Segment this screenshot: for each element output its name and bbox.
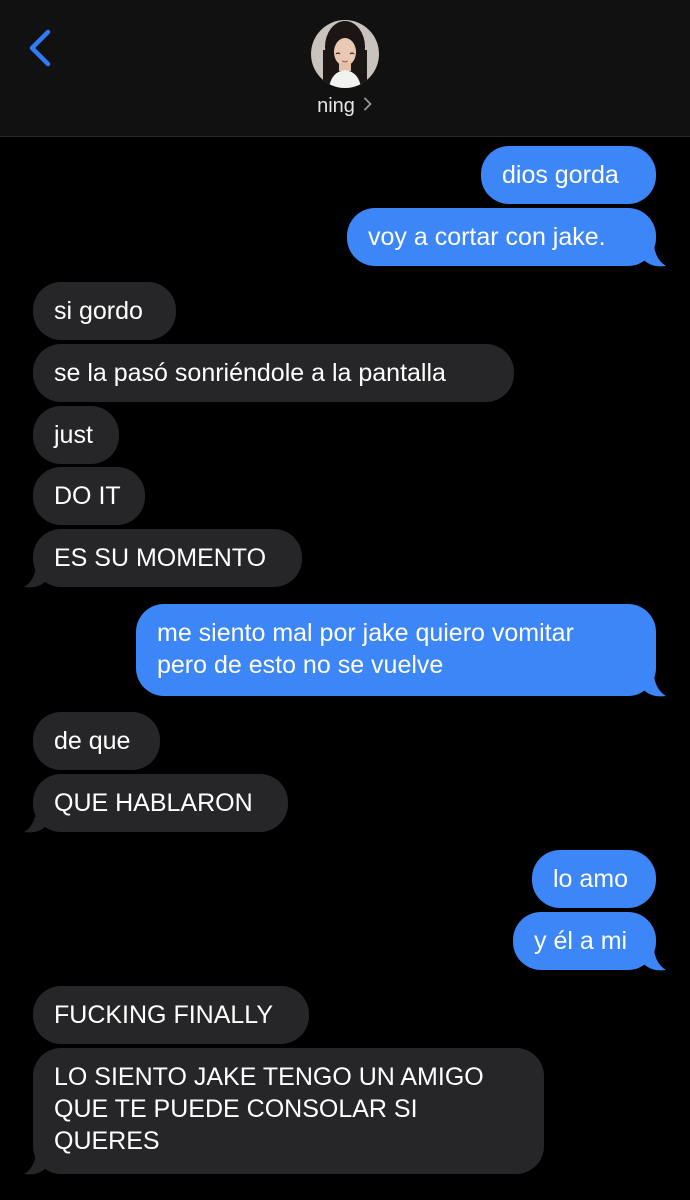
- message-bubble-incoming[interactable]: DO IT: [33, 467, 145, 525]
- message-bubble-outgoing[interactable]: dios gorda: [481, 146, 656, 204]
- message-text: si gordo: [54, 297, 143, 325]
- message-text-line: pero de esto no se vuelve: [157, 651, 444, 679]
- message-thread: dios gorda voy a cortar con jake. si gor…: [0, 137, 690, 1200]
- message-text: de que: [54, 727, 131, 755]
- bubble-tail: [24, 567, 46, 588]
- message-bubble-incoming[interactable]: si gordo: [33, 282, 176, 340]
- message-text: voy a cortar con jake.: [368, 223, 606, 251]
- message-text: lo amo: [553, 865, 629, 893]
- bubble-tail: [644, 246, 666, 267]
- message-text-line: QUERES: [54, 1127, 160, 1155]
- message-bubble-outgoing[interactable]: voy a cortar con jake.: [347, 208, 656, 266]
- contact-name: ning: [317, 95, 355, 117]
- message-text: ES SU MOMENTO: [54, 544, 267, 572]
- back-button[interactable]: [20, 26, 60, 70]
- message-bubble-outgoing[interactable]: lo amo: [532, 850, 656, 908]
- message-bubble-outgoing[interactable]: y él a mi: [513, 912, 656, 970]
- message-text: QUE HABLARON: [54, 789, 253, 817]
- message-bubble-outgoing[interactable]: me siento mal por jake quiero vomitar pe…: [136, 604, 656, 696]
- bubble-tail: [24, 812, 46, 833]
- message-text: dios gorda: [502, 161, 619, 189]
- chevron-right-icon: [363, 94, 373, 117]
- message-bubble-incoming[interactable]: QUE HABLARON: [33, 774, 288, 832]
- message-text: DO IT: [54, 482, 121, 510]
- bubble-tail: [24, 1154, 46, 1175]
- message-text: se la pasó sonriéndole a la pantalla: [54, 359, 446, 387]
- message-bubble-incoming[interactable]: ES SU MOMENTO: [33, 529, 302, 587]
- message-bubble-incoming[interactable]: FUCKING FINALLY: [33, 986, 309, 1044]
- chevron-left-icon: [29, 29, 51, 67]
- avatar-image: [311, 20, 379, 88]
- message-text: just: [54, 421, 93, 449]
- message-bubble-incoming[interactable]: just: [33, 406, 119, 464]
- bubble-tail: [644, 676, 666, 697]
- conversation-header: ning: [0, 0, 690, 137]
- message-bubble-incoming[interactable]: LO SIENTO JAKE TENGO UN AMIGO QUE TE PUE…: [33, 1048, 544, 1174]
- message-text: FUCKING FINALLY: [54, 1001, 274, 1029]
- message-bubble-incoming[interactable]: de que: [33, 712, 160, 770]
- message-bubble-incoming[interactable]: se la pasó sonriéndole a la pantalla: [33, 344, 514, 402]
- contact-avatar[interactable]: [311, 20, 379, 88]
- message-text-line: LO SIENTO JAKE TENGO UN AMIGO: [54, 1063, 484, 1091]
- bubble-tail: [644, 950, 666, 971]
- contact-name-button[interactable]: ning: [0, 94, 690, 118]
- message-text-line: me siento mal por jake quiero vomitar: [157, 619, 574, 647]
- message-text: y él a mi: [534, 927, 628, 955]
- message-text-line: QUE TE PUEDE CONSOLAR SI: [54, 1095, 418, 1123]
